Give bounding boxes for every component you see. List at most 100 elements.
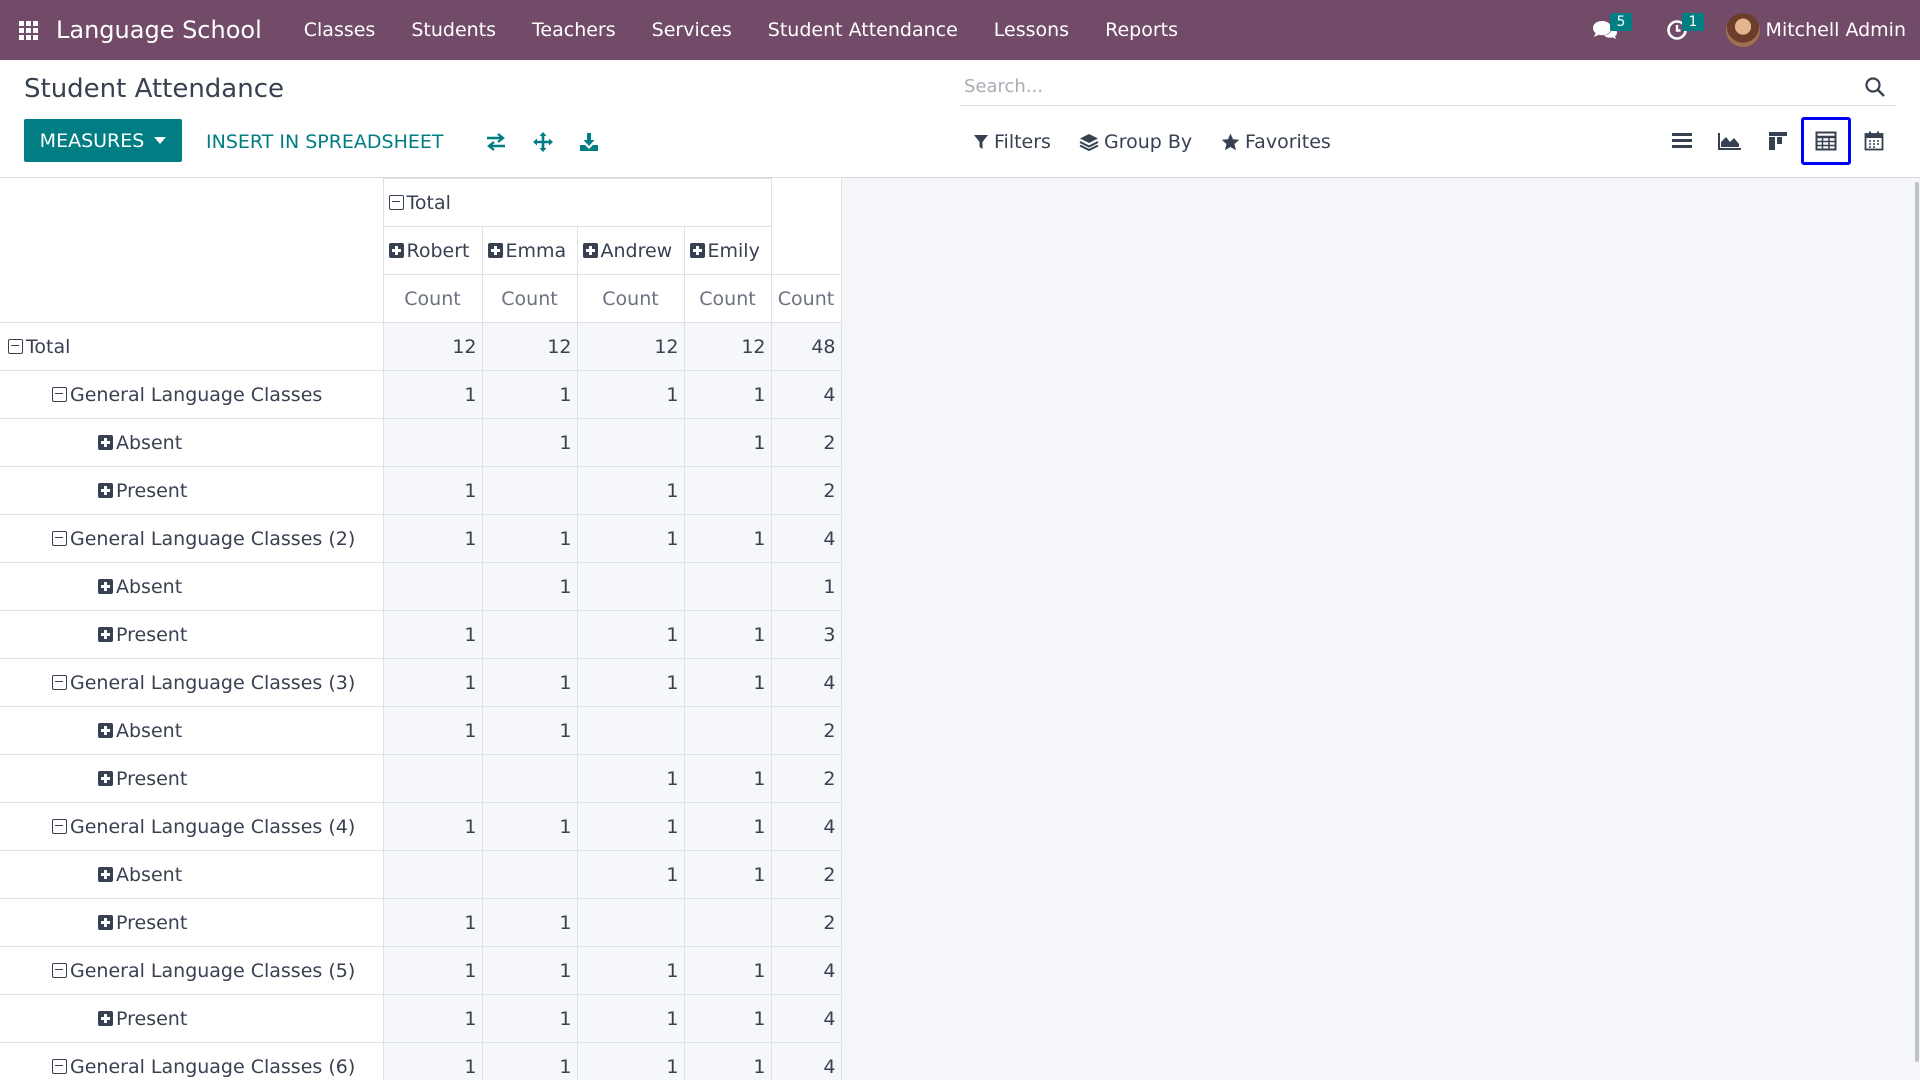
activities-button[interactable]: 1 — [1654, 0, 1705, 60]
value-cell[interactable] — [576, 706, 685, 755]
value-cell[interactable]: 1 — [481, 898, 578, 947]
menu-services[interactable]: Services — [634, 0, 750, 60]
row-total-cell[interactable]: 4 — [770, 658, 842, 707]
row-header[interactable]: Absent — [0, 850, 384, 899]
calendar-view-button[interactable] — [1849, 117, 1899, 165]
app-brand[interactable]: Language School — [56, 16, 262, 44]
value-cell[interactable]: 12 — [683, 322, 772, 371]
row-header[interactable]: Absent — [0, 418, 384, 467]
row-header[interactable]: General Language Classes (6) — [0, 1042, 384, 1080]
value-cell[interactable]: 1 — [683, 514, 772, 563]
scrollbar-thumb[interactable] — [1915, 182, 1919, 1062]
expand-all-button[interactable] — [530, 129, 556, 155]
measure-header[interactable]: Count — [576, 274, 685, 323]
value-cell[interactable] — [382, 754, 483, 803]
row-header[interactable]: Present — [0, 898, 384, 947]
search-input[interactable] — [960, 76, 1840, 97]
value-cell[interactable]: 1 — [382, 610, 483, 659]
value-cell[interactable]: 1 — [382, 466, 483, 515]
value-cell[interactable] — [382, 418, 483, 467]
value-cell[interactable]: 12 — [576, 322, 685, 371]
row-total-cell[interactable]: 2 — [770, 706, 842, 755]
value-cell[interactable]: 1 — [683, 370, 772, 419]
graph-view-button[interactable] — [1705, 117, 1755, 165]
insert-in-spreadsheet-button[interactable]: INSERT IN SPREADSHEET — [206, 131, 444, 153]
row-header[interactable]: Present — [0, 610, 384, 659]
value-cell[interactable]: 12 — [481, 322, 578, 371]
value-cell[interactable]: 1 — [481, 994, 578, 1043]
value-cell[interactable] — [481, 466, 578, 515]
menu-student-attendance[interactable]: Student Attendance — [750, 0, 976, 60]
value-cell[interactable]: 1 — [481, 658, 578, 707]
value-cell[interactable]: 1 — [382, 658, 483, 707]
value-cell[interactable] — [683, 562, 772, 611]
value-cell[interactable]: 1 — [481, 514, 578, 563]
row-header[interactable]: General Language Classes (4) — [0, 802, 384, 851]
row-total-cell[interactable]: 1 — [770, 562, 842, 611]
value-cell[interactable]: 1 — [683, 754, 772, 803]
row-total-cell[interactable]: 2 — [770, 418, 842, 467]
value-cell[interactable] — [576, 898, 685, 947]
value-cell[interactable]: 1 — [683, 994, 772, 1043]
row-header[interactable]: General Language Classes (5) — [0, 946, 384, 995]
value-cell[interactable]: 1 — [683, 802, 772, 851]
measure-header[interactable]: Count — [770, 274, 842, 323]
value-cell[interactable]: 1 — [481, 946, 578, 995]
value-cell[interactable] — [481, 754, 578, 803]
value-cell[interactable]: 1 — [576, 946, 685, 995]
value-cell[interactable]: 1 — [382, 1042, 483, 1080]
row-header[interactable]: Absent — [0, 562, 384, 611]
row-total-cell[interactable]: 4 — [770, 514, 842, 563]
pivot-view-button[interactable] — [1801, 117, 1851, 165]
value-cell[interactable]: 1 — [576, 610, 685, 659]
menu-teachers[interactable]: Teachers — [514, 0, 634, 60]
value-cell[interactable]: 1 — [382, 706, 483, 755]
row-total-cell[interactable]: 4 — [770, 802, 842, 851]
value-cell[interactable] — [683, 706, 772, 755]
value-cell[interactable] — [683, 898, 772, 947]
row-total-cell[interactable]: 2 — [770, 850, 842, 899]
vertical-scrollbar[interactable] — [1913, 178, 1920, 1080]
measure-header[interactable]: Count — [683, 274, 772, 323]
messages-button[interactable]: 5 — [1582, 0, 1633, 60]
value-cell[interactable] — [382, 850, 483, 899]
value-cell[interactable]: 1 — [481, 562, 578, 611]
menu-reports[interactable]: Reports — [1087, 0, 1196, 60]
filters-button[interactable]: Filters — [973, 129, 1051, 155]
col-header-total[interactable]: Total — [382, 178, 772, 227]
row-header[interactable]: Present — [0, 994, 384, 1043]
row-total-cell[interactable]: 48 — [770, 322, 842, 371]
col-header-emily[interactable]: Emily — [683, 226, 772, 275]
row-total-cell[interactable]: 2 — [770, 898, 842, 947]
menu-students[interactable]: Students — [393, 0, 514, 60]
value-cell[interactable]: 1 — [576, 466, 685, 515]
row-header[interactable]: Total — [0, 322, 384, 371]
value-cell[interactable]: 1 — [576, 754, 685, 803]
value-cell[interactable] — [683, 466, 772, 515]
value-cell[interactable] — [576, 418, 685, 467]
kanban-view-button[interactable] — [1753, 117, 1803, 165]
download-button[interactable] — [576, 129, 602, 155]
value-cell[interactable] — [481, 850, 578, 899]
row-total-cell[interactable]: 4 — [770, 994, 842, 1043]
list-view-button[interactable] — [1657, 117, 1707, 165]
value-cell[interactable]: 1 — [683, 946, 772, 995]
value-cell[interactable]: 1 — [481, 1042, 578, 1080]
value-cell[interactable] — [576, 562, 685, 611]
value-cell[interactable]: 1 — [683, 658, 772, 707]
row-total-cell[interactable]: 4 — [770, 1042, 842, 1080]
user-name[interactable]: Mitchell Admin — [1766, 19, 1906, 41]
value-cell[interactable]: 1 — [683, 610, 772, 659]
flip-axis-button[interactable] — [483, 129, 509, 155]
row-total-cell[interactable]: 2 — [770, 754, 842, 803]
menu-lessons[interactable]: Lessons — [976, 0, 1087, 60]
apps-menu-icon[interactable] — [0, 0, 56, 60]
value-cell[interactable]: 1 — [576, 802, 685, 851]
value-cell[interactable] — [382, 562, 483, 611]
measure-header[interactable]: Count — [382, 274, 483, 323]
value-cell[interactable]: 1 — [382, 898, 483, 947]
col-header-robert[interactable]: Robert — [382, 226, 483, 275]
value-cell[interactable]: 1 — [576, 1042, 685, 1080]
value-cell[interactable]: 1 — [382, 370, 483, 419]
value-cell[interactable]: 1 — [382, 514, 483, 563]
